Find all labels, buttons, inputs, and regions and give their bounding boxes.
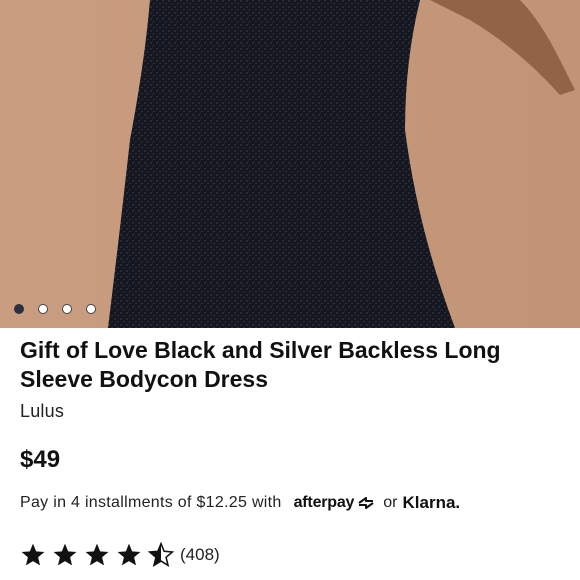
carousel-dot-1[interactable]: [14, 304, 24, 314]
afterpay-logo[interactable]: afterpay: [294, 494, 377, 512]
product-title: Gift of Love Black and Silver Backless L…: [20, 337, 501, 392]
klarna-logo[interactable]: Klarna.: [403, 493, 461, 513]
product-image[interactable]: [0, 0, 580, 328]
carousel-dot-3[interactable]: [62, 304, 72, 314]
star-rating: [20, 542, 174, 568]
product-price: $49: [20, 446, 61, 473]
star-full-icon: [52, 542, 78, 568]
installment-info: Pay in 4 installments of $12.25 with aft…: [20, 493, 460, 513]
carousel-dot-4[interactable]: [86, 304, 96, 314]
product-photo: [0, 0, 580, 328]
afterpay-label: afterpay: [293, 494, 355, 511]
brand-name[interactable]: Lulus: [20, 401, 64, 422]
review-rating[interactable]: (408): [20, 542, 220, 568]
star-full-icon: [84, 542, 110, 568]
review-count[interactable]: (408): [180, 545, 220, 565]
installment-text: Pay in 4 installments of $12.25 with: [20, 494, 282, 511]
carousel-dot-2[interactable]: [38, 304, 48, 314]
star-half-icon: [148, 542, 174, 568]
carousel-dots: [14, 303, 96, 315]
afterpay-arrows-icon: [358, 497, 374, 509]
or-text: or: [383, 494, 398, 511]
star-full-icon: [20, 542, 46, 568]
star-full-icon: [116, 542, 142, 568]
